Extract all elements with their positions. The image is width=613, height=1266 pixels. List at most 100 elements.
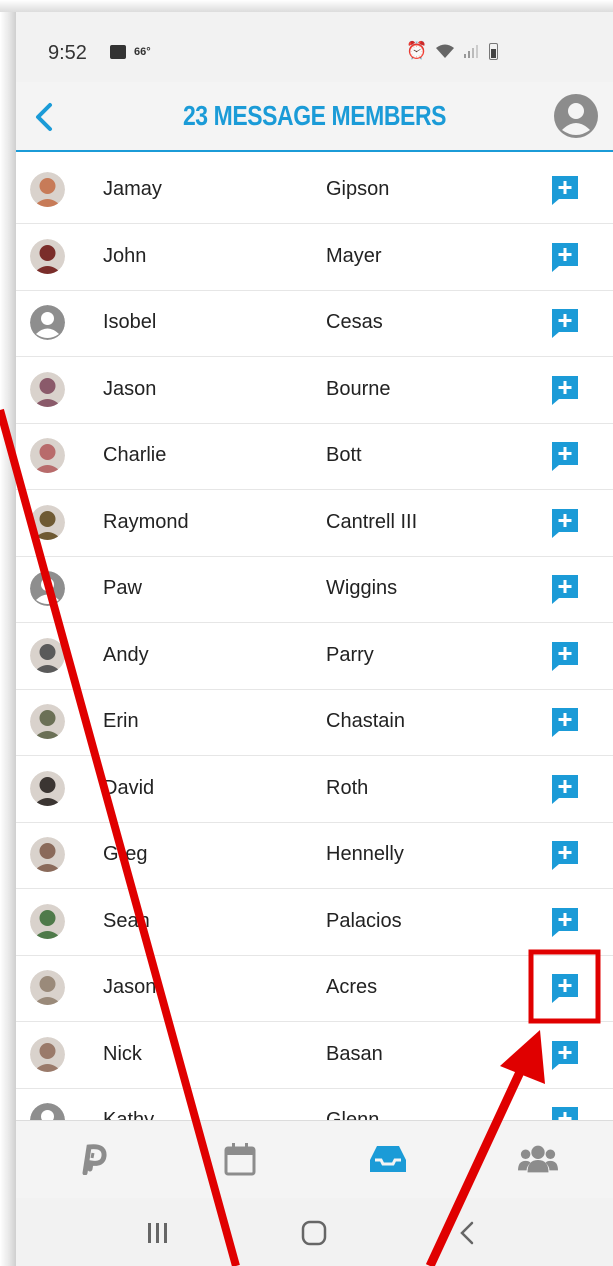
avatar xyxy=(30,970,65,1005)
avatar xyxy=(30,504,65,540)
page-title: 23 MESSAGE MEMBERS xyxy=(182,100,447,131)
add-message-icon[interactable] xyxy=(550,374,580,406)
member-first-name: Charlie xyxy=(103,444,167,466)
avatar xyxy=(30,704,65,739)
member-first-name: Sean xyxy=(103,909,150,932)
add-message-icon[interactable] xyxy=(550,507,580,539)
page-shadow-top xyxy=(0,0,613,12)
member-last-name: Parry xyxy=(326,643,374,666)
avatar xyxy=(30,305,65,340)
page-shadow-left xyxy=(0,0,16,1266)
member-row[interactable]: Kathy Glenn xyxy=(16,1089,613,1120)
member-first-name: Greg xyxy=(103,843,148,865)
avatar xyxy=(30,438,65,473)
add-message-icon[interactable] xyxy=(550,174,580,206)
avatar xyxy=(30,172,65,207)
avatar xyxy=(30,837,65,872)
member-row[interactable]: Andy Parry xyxy=(16,624,613,690)
avatar xyxy=(30,371,65,407)
members-list: Jamay Gipson John Mayer Isobel Cesas Jason Bour… xyxy=(16,158,613,1120)
member-last-name: Cesas xyxy=(326,311,383,333)
add-message-icon[interactable] xyxy=(550,972,580,1004)
add-message-icon[interactable] xyxy=(550,1105,580,1120)
member-row[interactable]: Erin Chastain xyxy=(16,690,613,756)
member-last-name: Bott xyxy=(326,444,362,466)
member-first-name: Andy xyxy=(103,643,149,666)
add-message-icon[interactable] xyxy=(550,906,580,938)
wifi-icon xyxy=(436,44,455,58)
add-message-icon[interactable] xyxy=(550,573,580,605)
member-first-name: John xyxy=(103,244,147,267)
avatar xyxy=(30,770,65,806)
avatar xyxy=(30,637,65,673)
users-icon[interactable] xyxy=(518,1139,558,1179)
alarm-icon: ⏰ xyxy=(406,41,428,60)
avatar xyxy=(30,571,65,606)
add-message-icon[interactable] xyxy=(550,241,580,273)
member-first-name: Kathy xyxy=(103,1109,155,1120)
member-last-name: Basan xyxy=(326,1042,383,1065)
member-last-name: Acres xyxy=(326,976,378,998)
member-first-name: Erin xyxy=(103,710,139,732)
member-row[interactable]: Sean Palacios xyxy=(16,890,613,956)
avatar xyxy=(30,238,65,274)
inbox-icon[interactable] xyxy=(368,1139,408,1179)
battery-icon xyxy=(489,42,499,60)
member-first-name: Jason xyxy=(103,976,157,998)
avatar xyxy=(30,1103,65,1120)
member-row[interactable]: Jason Acres xyxy=(16,956,613,1022)
member-last-name: Wiggins xyxy=(326,577,398,599)
add-message-icon[interactable] xyxy=(550,839,580,871)
signal-icon xyxy=(464,45,479,58)
member-last-name: Bourne xyxy=(326,377,391,400)
member-first-name: Raymond xyxy=(103,510,189,533)
status-time: 9:52 xyxy=(48,42,87,64)
member-first-name: Jason xyxy=(103,377,157,400)
bottom-nav xyxy=(16,1120,613,1198)
member-last-name: Mayer xyxy=(326,244,382,267)
member-first-name: David xyxy=(103,776,155,799)
member-last-name: Cantrell III xyxy=(326,510,418,533)
member-last-name: Palacios xyxy=(326,909,402,932)
member-first-name: Paw xyxy=(103,577,142,599)
temperature-label: 66° xyxy=(134,46,151,58)
member-row[interactable]: Jason Bourne xyxy=(16,358,613,424)
profile-avatar-icon[interactable] xyxy=(554,94,598,138)
member-row[interactable]: David Roth xyxy=(16,757,613,823)
avatar xyxy=(30,903,65,939)
status-bar: 9:52 66° ⏰ xyxy=(16,12,613,82)
app-header: 23 MESSAGE MEMBERS xyxy=(16,82,613,152)
back-arrow-icon[interactable] xyxy=(30,100,58,134)
member-row[interactable]: Isobel Cesas xyxy=(16,291,613,357)
add-message-icon[interactable] xyxy=(550,640,580,672)
member-row[interactable]: Nick Basan xyxy=(16,1023,613,1089)
member-last-name: Glenn xyxy=(326,1109,380,1120)
add-message-icon[interactable] xyxy=(550,440,580,472)
system-nav-bar xyxy=(16,1198,613,1266)
gallery-icon xyxy=(110,45,126,59)
member-first-name: Nick xyxy=(103,1042,142,1065)
member-row[interactable]: Greg Hennelly xyxy=(16,823,613,889)
member-last-name: Chastain xyxy=(326,710,405,732)
member-last-name: Gipson xyxy=(326,178,390,200)
add-message-icon[interactable] xyxy=(550,307,580,339)
member-row[interactable]: Raymond Cantrell III xyxy=(16,491,613,557)
add-message-icon[interactable] xyxy=(550,1039,580,1071)
home-icon[interactable] xyxy=(294,1216,334,1250)
member-row[interactable]: Charlie Bott xyxy=(16,424,613,490)
member-last-name: Hennelly xyxy=(326,843,404,865)
member-last-name: Roth xyxy=(326,776,369,799)
member-row[interactable]: Paw Wiggins xyxy=(16,557,613,623)
p-logo-icon[interactable] xyxy=(74,1139,114,1179)
calendar-icon[interactable] xyxy=(220,1139,260,1179)
member-first-name: Isobel xyxy=(103,311,157,333)
add-message-icon[interactable] xyxy=(550,773,580,805)
member-first-name: Jamay xyxy=(103,178,162,200)
avatar xyxy=(30,1036,65,1072)
recents-icon[interactable] xyxy=(138,1216,178,1250)
member-row[interactable]: John Mayer xyxy=(16,225,613,291)
back-icon[interactable] xyxy=(448,1216,488,1250)
member-row[interactable]: Jamay Gipson xyxy=(16,158,613,224)
add-message-icon[interactable] xyxy=(550,706,580,738)
phone-screen: 9:52 66° ⏰ 23 MESSAGE MEMBERS Jamay Gipso… xyxy=(16,12,613,1266)
